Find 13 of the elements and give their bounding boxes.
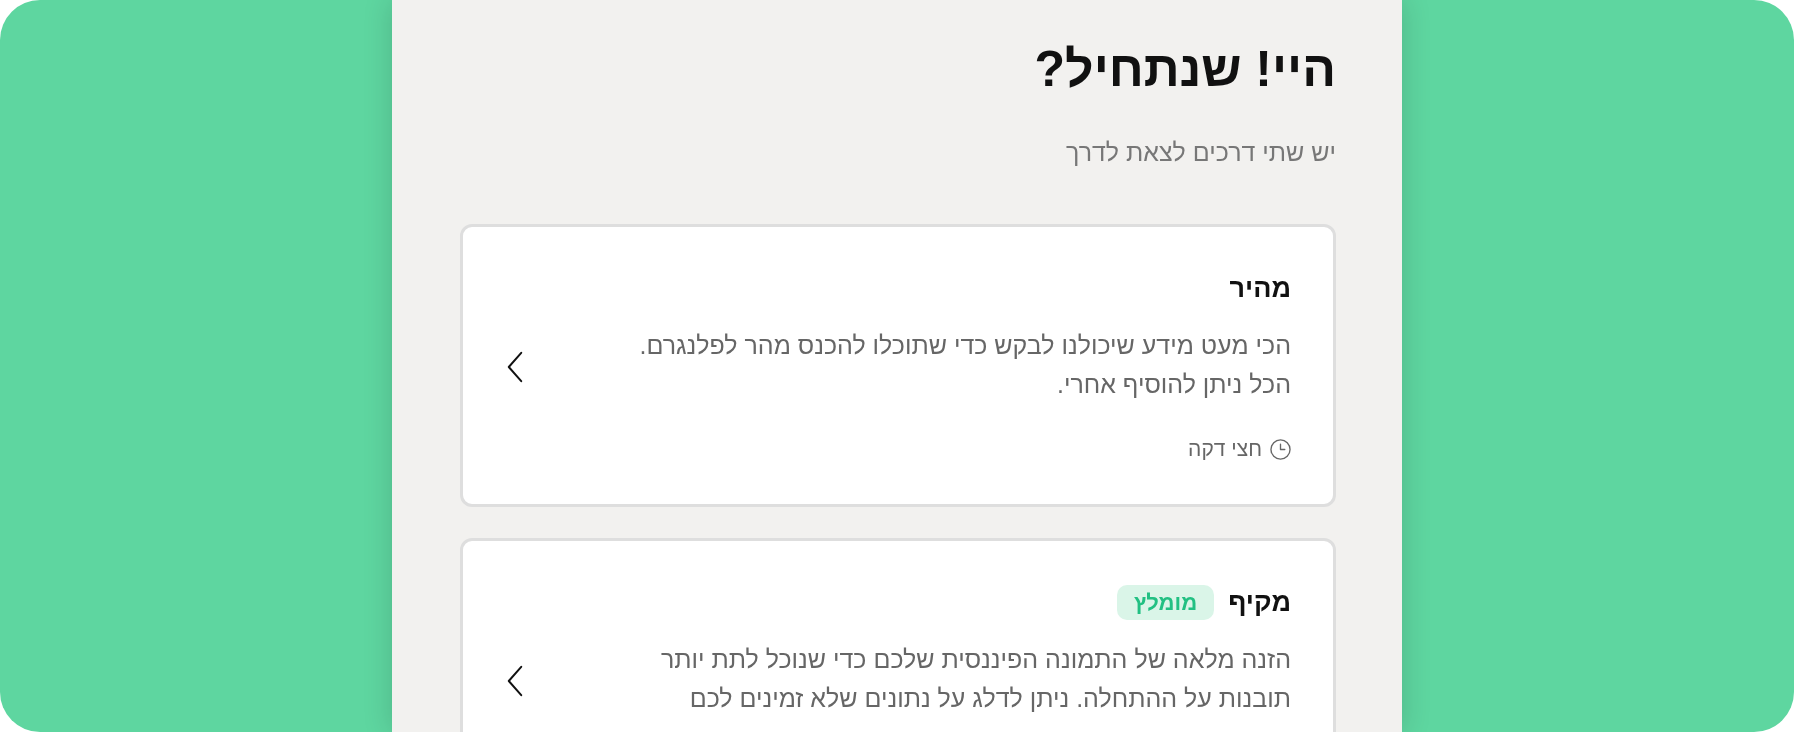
- option-card[interactable]: מקיף מומלץ הזנה מלאה של התמונה הפיננסית שלכם כדי שנוכל לתת יותר תובנות על ההתחלה. ניתן לדלג על נתונים שלא זמינים לכם: [460, 538, 1336, 732]
- option-card[interactable]: מהיר הכי מעט מידע שיכולנו לבקש כדי שתוכלו להכנס מהר לפלנגרם. הכל ניתן להוסיף אחרי. חצי דקה: [460, 224, 1336, 507]
- chevron-left-icon: [507, 665, 523, 697]
- duration-label: חצי דקה: [1188, 437, 1262, 461]
- option-title: מהיר: [1229, 273, 1291, 304]
- option-description: הזנה מלאה של התמונה הפיננסית שלכם כדי שנוכל לתת יותר תובנות על ההתחלה. ניתן לדלג על נתונים שלא זמינים לכם: [659, 644, 1291, 714]
- recommended-badge: מומלץ: [1117, 585, 1215, 620]
- option-title: מקיף: [1228, 587, 1291, 618]
- page-title: היי! שנתחיל?: [1034, 40, 1336, 98]
- page-subtitle: יש שתי דרכים לצאת לדרך: [1066, 138, 1336, 167]
- chevron-left-icon: [507, 351, 523, 383]
- clock-icon: [1270, 438, 1291, 460]
- option-description: הכי מעט מידע שיכולנו לבקש כדי שתוכלו להכנס מהר לפלנגרם. הכל ניתן להוסיף אחרי.: [638, 330, 1291, 400]
